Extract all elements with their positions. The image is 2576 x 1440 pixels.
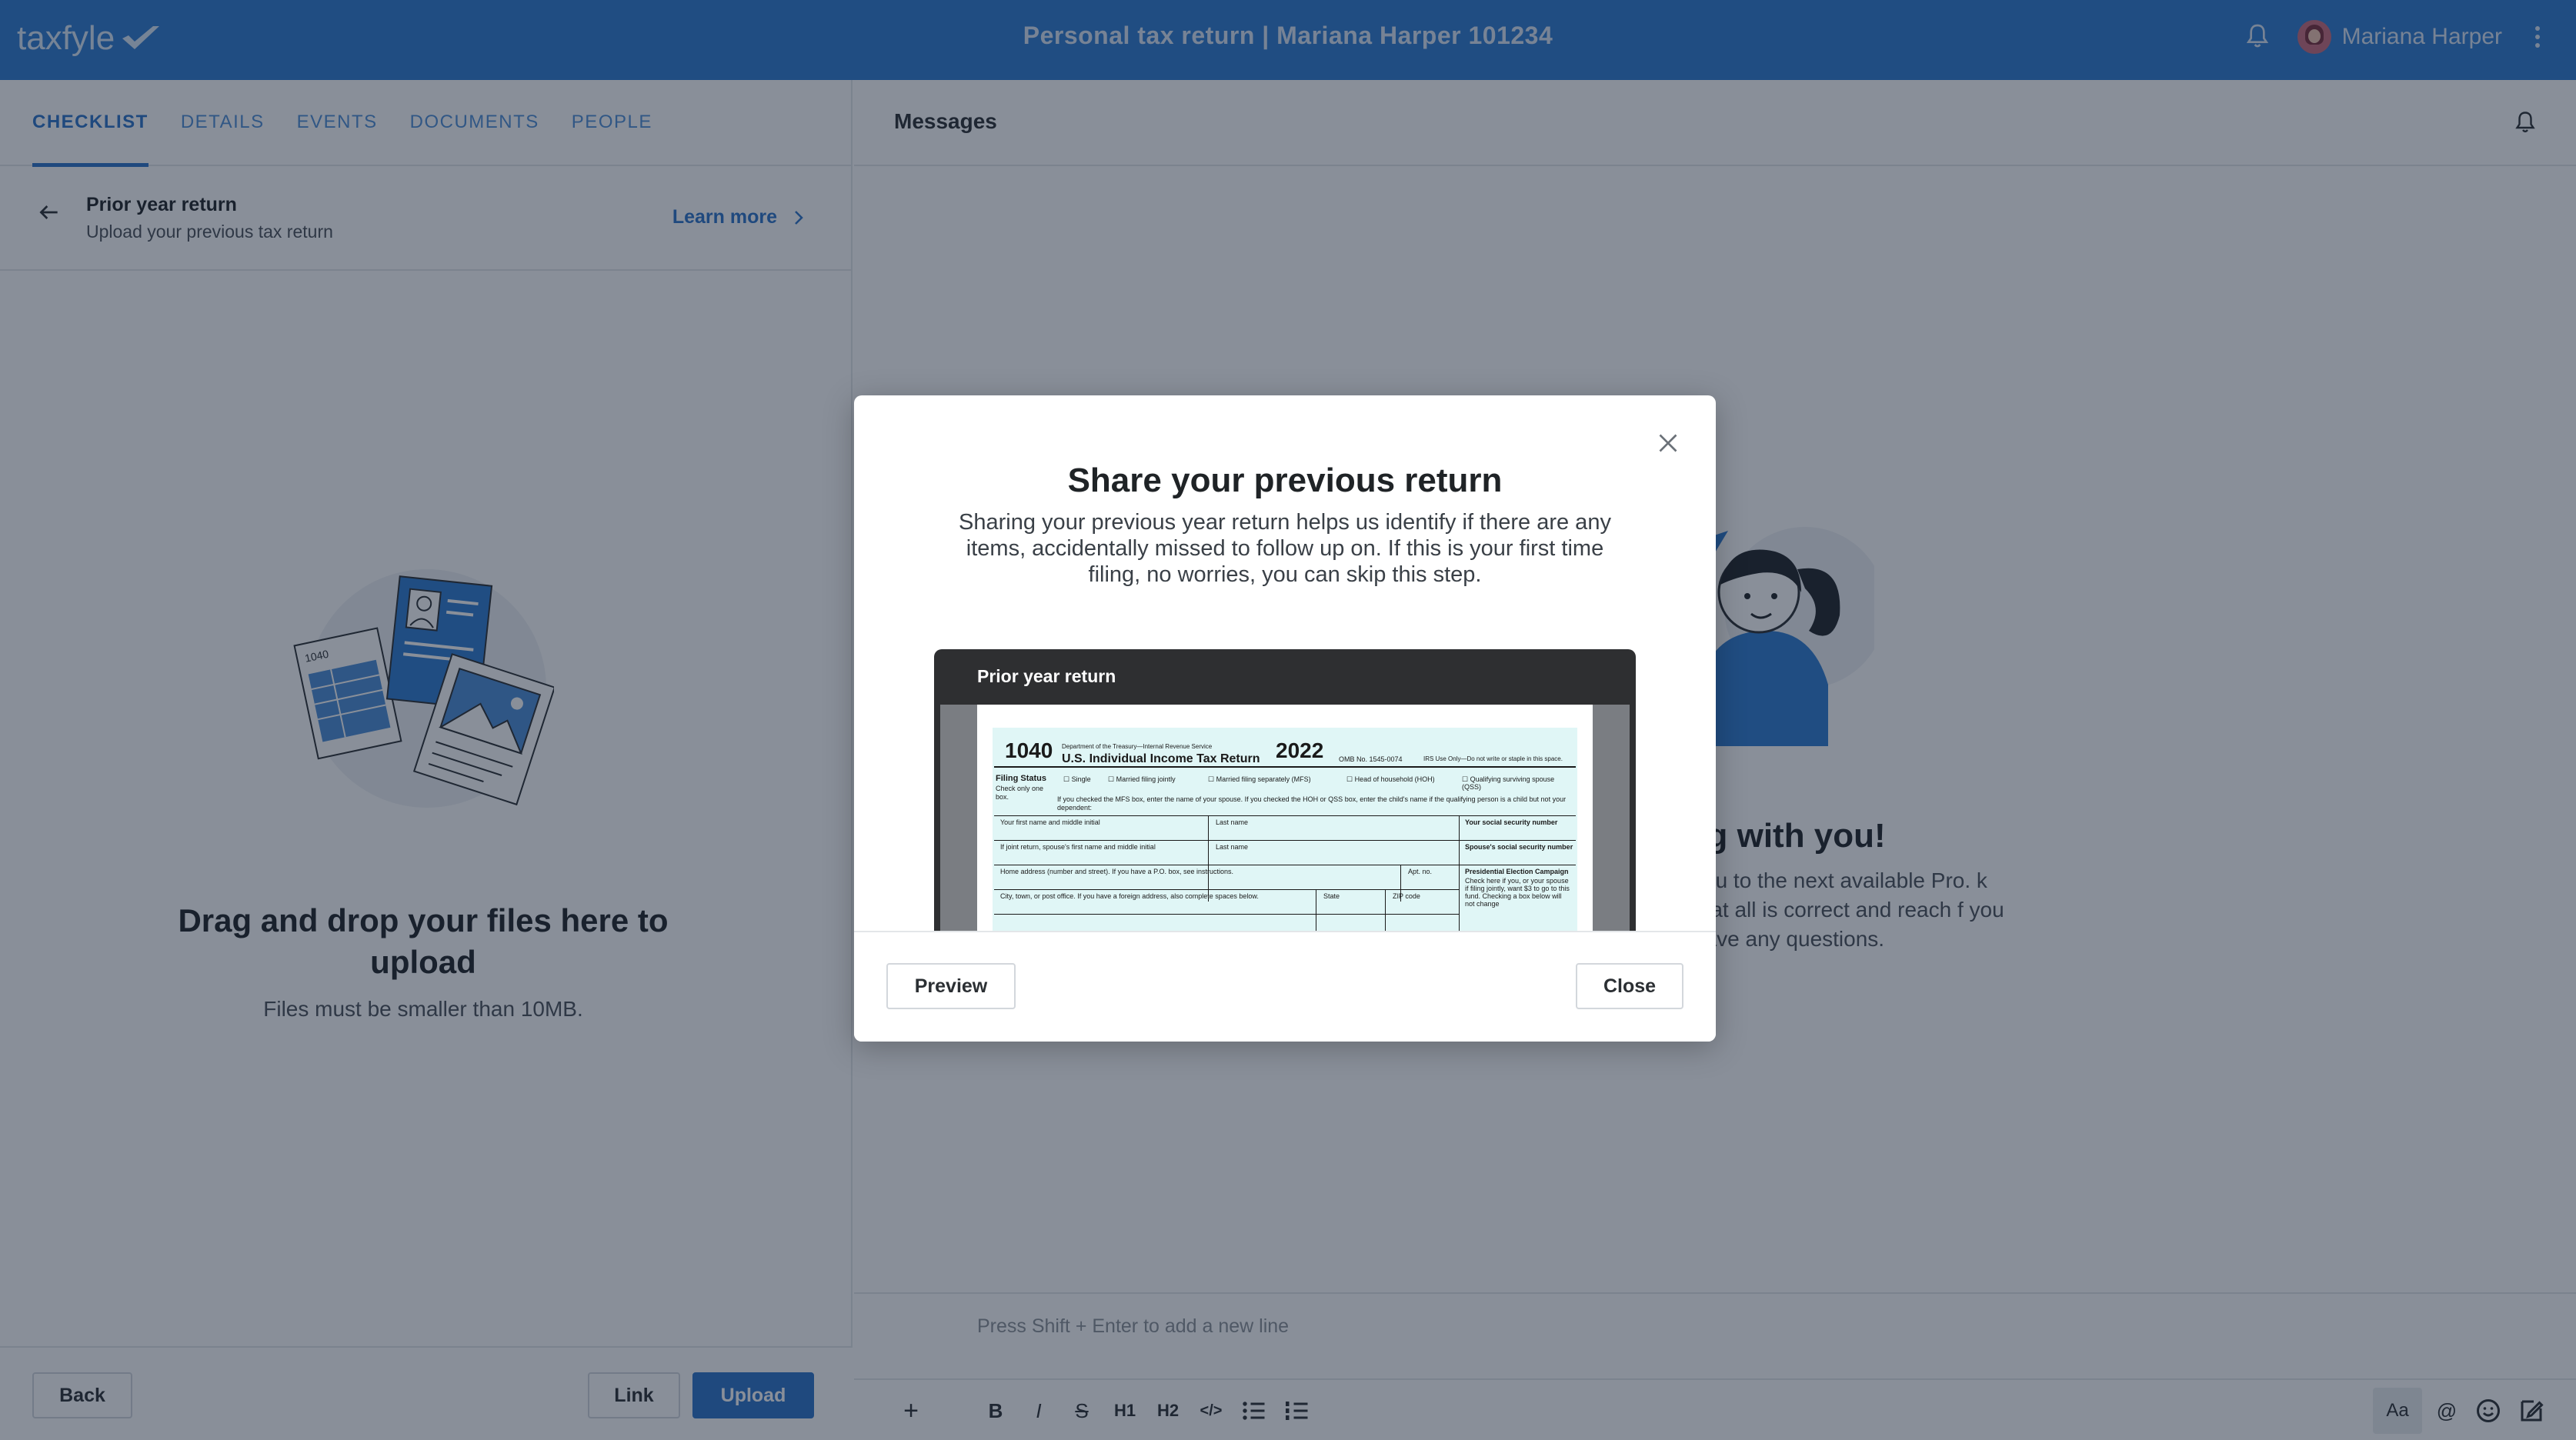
last-name-label: Last name [1216,818,1249,826]
preview-viewport: 1040 Department of the Treasury—Internal… [940,705,1630,957]
joint-first-name-label: If joint return, spouse's first name and… [1000,843,1156,851]
check-only-note: Check only one box. [996,785,1044,801]
filing-option-mfj[interactable]: ☐ Married filing jointly [1108,775,1176,784]
form-omb: OMB No. 1545-0074 [1339,755,1403,763]
close-icon[interactable] [1654,429,1682,457]
pec-note: Check here if you, or your spouse if fil… [1465,877,1570,908]
ssn-label: Your social security number [1465,818,1558,826]
form-irs-use: IRS Use Only—Do not write or staple in t… [1423,755,1563,762]
form-title: U.S. Individual Income Tax Return [1062,752,1260,765]
joint-last-name-label: Last name [1216,843,1249,851]
mfs-note: If you checked the MFS box, enter the na… [1057,795,1567,812]
city-label: City, town, or post office. If you have … [1000,892,1259,900]
filing-option-single[interactable]: ☐ Single [1063,775,1091,784]
filing-option-mfs[interactable]: ☐ Married filing separately (MFS) [1208,775,1311,784]
modal-description: Sharing your previous year return helps … [959,510,1611,587]
pec-label: Presidential Election Campaign [1465,868,1569,875]
modal-footer: Preview Close [854,931,1716,1042]
filing-status-label: Filing Status [996,774,1046,783]
close-button[interactable]: Close [1576,963,1683,1009]
modal-title: Share your previous return [1067,462,1503,499]
preview-header: Prior year return [977,666,1116,686]
state-label: State [1323,892,1340,900]
first-name-label: Your first name and middle initial [1000,818,1100,826]
filing-option-qss[interactable]: ☐ Qualifying surviving spouse (QSS) [1462,775,1570,791]
preview-button[interactable]: Preview [886,963,1016,1009]
filing-option-hoh[interactable]: ☐ Head of household (HOH) [1346,775,1435,784]
form-1040-page: 1040 Department of the Treasury—Internal… [977,705,1593,957]
form-agency: Department of the Treasury—Internal Reve… [1062,743,1213,750]
share-previous-return-modal: Share your previous return Sharing your … [854,395,1716,1042]
form-year: 2022 [1276,738,1324,762]
spouse-ssn-label: Spouse's social security number [1465,843,1573,851]
form-number: 1040 [1005,738,1053,762]
address-label: Home address (number and street). If you… [1000,868,1233,875]
apt-label: Apt. no. [1408,868,1433,875]
prior-return-preview: Prior year return 1040 Department of the… [934,649,1636,957]
zip-label: ZIP code [1393,892,1420,900]
